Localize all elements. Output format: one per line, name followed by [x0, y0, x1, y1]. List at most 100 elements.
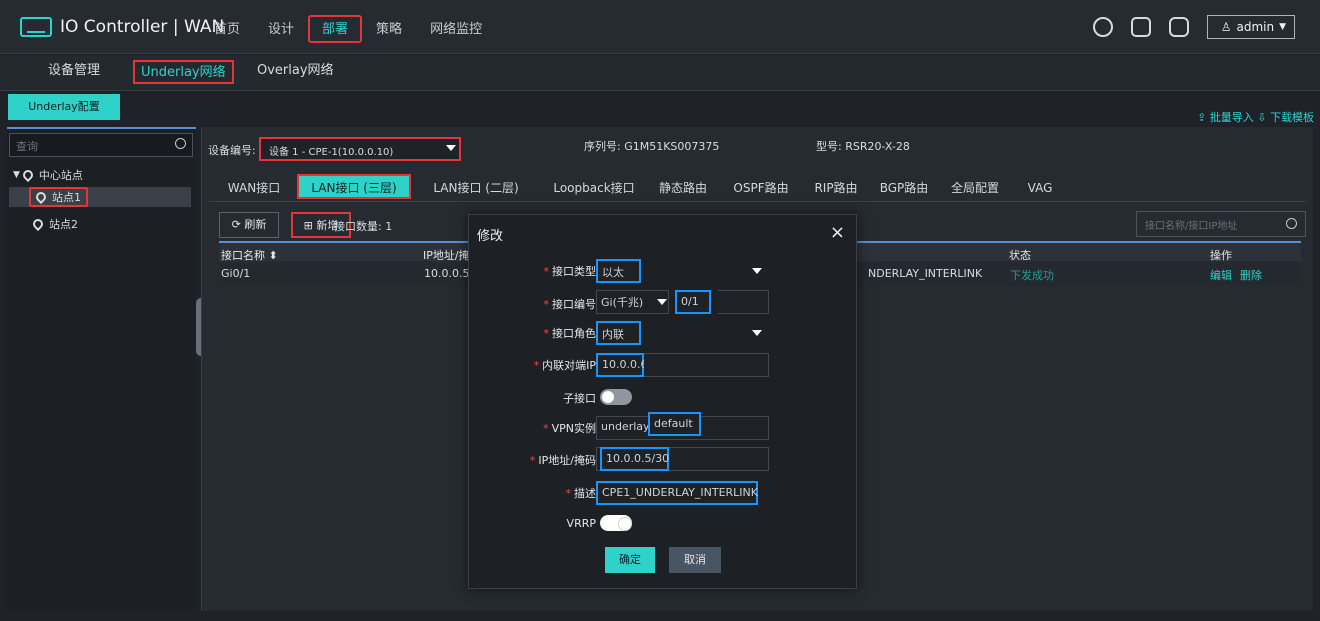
- user-icon: ♙: [1220, 20, 1232, 34]
- interface-type-value: 以太: [602, 266, 624, 279]
- vpn-instance-label: * VPN实例: [543, 422, 596, 435]
- device-model: 型号: RSR20-X-28: [816, 140, 910, 153]
- tree-node-site1[interactable]: 站点1: [9, 187, 191, 207]
- device-select[interactable]: 设备 1 - CPE-1(10.0.0.10): [259, 137, 461, 161]
- refresh-label: 刷新: [244, 218, 267, 231]
- header-ip-mask: IP地址/掩: [423, 249, 470, 262]
- interface-count: 接口数量: 1: [334, 220, 393, 233]
- close-icon[interactable]: ×: [830, 222, 845, 243]
- apps-grid-icon[interactable]: [1168, 17, 1189, 37]
- site-search-placeholder: 查询: [16, 140, 38, 153]
- subinterface-label: 子接口: [563, 392, 596, 405]
- peer-ip-value: 10.0.0.6: [602, 358, 648, 371]
- selected-site-highlight: 站点1: [29, 187, 88, 207]
- tab-rip-route[interactable]: RIP路由: [808, 176, 864, 201]
- interface-type-select[interactable]: 以太: [596, 259, 641, 283]
- user-menu[interactable]: ♙ admin ▼: [1206, 15, 1295, 39]
- tab-lan-interface-layer3[interactable]: LAN接口 (三层): [297, 174, 411, 199]
- header-interface-name[interactable]: 接口名称 ⬍: [221, 247, 278, 263]
- description-value: CPE1_UNDERLAY_INTERLINK: [602, 486, 758, 499]
- nav-policy[interactable]: 策略: [362, 15, 416, 43]
- edit-interface-modal: 修改 × * 接口类型 以太 * 接口编号 Gi(千兆) 0/1 * 接口角色 内联 …: [468, 214, 857, 589]
- header-actions: 操作: [1210, 249, 1232, 262]
- interface-search-placeholder: 接口名称/接口IP地址: [1145, 221, 1238, 232]
- refresh-button[interactable]: ⟳ 刷新: [219, 212, 279, 238]
- download-template-link[interactable]: ⇩ 下载模板: [1257, 111, 1314, 124]
- subnav-device-management[interactable]: 设备管理: [48, 60, 100, 84]
- ip-mask-label: * IP地址/掩码: [529, 454, 596, 467]
- config-toolbar: Underlay配置 ⇪ 批量导入 ⇩ 下载模板: [0, 92, 1320, 126]
- tab-bgp-route[interactable]: BGP路由: [875, 176, 933, 201]
- tab-wan-interface[interactable]: WAN接口: [221, 176, 287, 201]
- nav-deploy[interactable]: 部署: [308, 15, 363, 43]
- site-sidebar: 查询 ▼ 中心站点 站点1 站点2: [7, 127, 196, 611]
- interface-number-value: 0/1: [681, 295, 699, 308]
- ip-mask-value-highlight[interactable]: 10.0.0.5/30: [600, 447, 669, 471]
- interface-search-input[interactable]: 接口名称/接口IP地址: [1136, 211, 1306, 237]
- device-selected-value: 设备 1 - CPE-1(10.0.0.10): [269, 147, 394, 158]
- peer-ip-label: * 内联对端IP: [533, 359, 596, 372]
- tree-label: 站点1: [52, 191, 81, 204]
- tab-lan-interface-layer2[interactable]: LAN接口 (二层): [427, 176, 525, 201]
- tab-loopback-interface[interactable]: Loopback接口: [549, 176, 639, 201]
- sub-navigation: 设备管理 Underlay网络 Overlay网络: [0, 55, 1320, 91]
- device-label: 设备编号:: [208, 144, 256, 157]
- chevron-down-icon: [446, 145, 456, 151]
- tab-global-config[interactable]: 全局配置: [945, 176, 1005, 201]
- tab-ospf-route[interactable]: OSPF路由: [724, 176, 798, 201]
- interface-role-select[interactable]: 内联: [596, 321, 641, 345]
- tab-vag[interactable]: VAG: [1023, 176, 1057, 201]
- vpn-instance-value: default: [654, 417, 693, 430]
- vrrp-toggle[interactable]: [600, 515, 632, 531]
- description-input[interactable]: CPE1_UNDERLAY_INTERLINK: [596, 481, 758, 505]
- tree-node-site2[interactable]: 站点2: [30, 214, 78, 234]
- nav-design[interactable]: 设计: [254, 15, 308, 43]
- edit-link[interactable]: 编辑: [1210, 269, 1232, 282]
- underlay-config-button[interactable]: Underlay配置: [8, 94, 120, 120]
- subnav-underlay-network[interactable]: Underlay网络: [133, 60, 234, 84]
- site-search-input[interactable]: 查询: [9, 133, 193, 157]
- nav-home[interactable]: 首页: [200, 15, 254, 43]
- location-pin-icon: [20, 167, 35, 183]
- user-name: admin: [1236, 20, 1275, 34]
- cancel-button[interactable]: 取消: [669, 547, 721, 573]
- interface-role-label: * 接口角色: [543, 327, 597, 340]
- peer-ip-input[interactable]: 10.0.0.6: [596, 353, 648, 377]
- chevron-down-icon: ▼: [1279, 22, 1286, 32]
- brand: IO Controller | WAN: [20, 15, 224, 39]
- theme-shirt-icon[interactable]: [1130, 17, 1151, 37]
- row-description: NDERLAY_INTERLINK: [868, 267, 983, 280]
- tree-label: 中心站点: [38, 169, 83, 182]
- interface-number-label: * 接口编号: [543, 298, 597, 311]
- interface-number-input[interactable]: 0/1: [675, 290, 711, 314]
- location-pin-icon: [33, 189, 49, 205]
- interface-type-label: * 接口类型: [543, 265, 597, 278]
- confirm-button[interactable]: 确定: [605, 547, 655, 573]
- description-label: * 描述: [565, 487, 597, 500]
- device-info-row: 设备编号: 设备 1 - CPE-1(10.0.0.10) 序列号: G1M51…: [208, 137, 1308, 161]
- bulk-import-link[interactable]: ⇪ 批量导入: [1197, 111, 1254, 124]
- nav-network-monitoring[interactable]: 网络监控: [416, 15, 496, 43]
- download-template-label: 下载模板: [1270, 111, 1314, 124]
- vpn-instance-value-highlight[interactable]: default: [648, 412, 701, 436]
- tree-node-central-site[interactable]: ▼ 中心站点: [13, 165, 83, 185]
- subinterface-toggle[interactable]: [600, 389, 632, 405]
- tab-static-route[interactable]: 静态路由: [656, 176, 710, 201]
- tree-label: 站点2: [49, 218, 78, 231]
- search-icon[interactable]: [1286, 218, 1297, 229]
- controller-logo-icon: [20, 17, 52, 37]
- top-navigation-bar: IO Controller | WAN 首页 设计 部署 策略 网络监控 ♙ a…: [0, 0, 1320, 54]
- tree-expand-icon[interactable]: ▼: [13, 170, 20, 180]
- chevron-down-icon: [752, 268, 762, 274]
- subnav-overlay-network[interactable]: Overlay网络: [257, 60, 334, 84]
- interface-number-extension: [718, 290, 769, 314]
- vrrp-label: VRRP: [566, 517, 596, 530]
- search-icon[interactable]: [175, 138, 186, 149]
- bulk-import-label: 批量导入: [1209, 111, 1254, 124]
- delete-link[interactable]: 删除: [1240, 269, 1262, 282]
- header-status: 状态: [1009, 249, 1031, 262]
- top-icons: ♙ admin ▼: [1092, 15, 1295, 39]
- modal-title: 修改: [477, 229, 504, 244]
- row-interface-name: Gi0/1: [221, 267, 251, 280]
- notification-bell-icon[interactable]: [1092, 17, 1113, 37]
